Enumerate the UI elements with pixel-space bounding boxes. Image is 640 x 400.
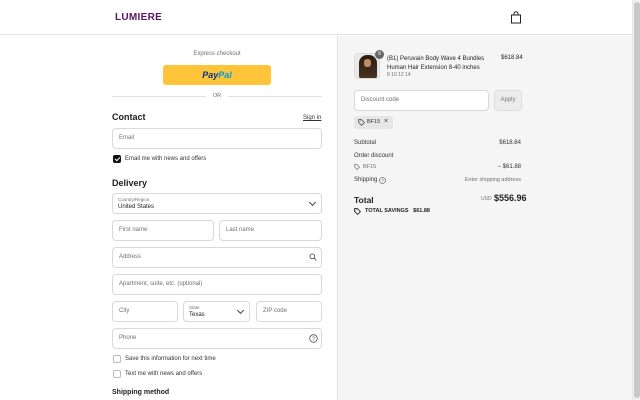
- total-savings-value: $61.88: [413, 208, 430, 214]
- shipping-value: Enter shipping address: [464, 177, 521, 183]
- store-logo[interactable]: LUMIERE: [115, 12, 162, 23]
- product-title: (B1) Peruvain Body Wave 4 Bundles Human …: [387, 56, 485, 71]
- chevron-down-icon: [236, 306, 245, 315]
- city-field[interactable]: City: [112, 301, 178, 322]
- subtotal-label: Subtotal: [354, 140, 377, 146]
- first-name-placeholder: First name: [119, 227, 148, 233]
- discount-code-label: BF15: [363, 164, 377, 170]
- first-name-field[interactable]: First name: [112, 220, 214, 241]
- state-label: State: [189, 305, 200, 310]
- info-icon[interactable]: ?: [379, 177, 386, 184]
- paypal-button[interactable]: Pay Pal: [163, 65, 271, 85]
- email-field[interactable]: Email: [112, 128, 322, 149]
- discount-placeholder: Discount code: [361, 97, 400, 103]
- checkout-form: Express checkout Pay Pal OR Contact Sign …: [0, 36, 337, 400]
- total-savings-label: TOTAL SAVINGS: [365, 208, 409, 214]
- product-variant: 8 10 12 14: [387, 72, 411, 78]
- newsletter-label: Email me with news and offers: [125, 156, 207, 162]
- sign-in-link[interactable]: Sign in: [303, 115, 321, 121]
- contact-heading: Contact: [112, 112, 146, 122]
- express-checkout-label: Express checkout: [193, 51, 241, 57]
- currency-code: USD: [481, 196, 492, 202]
- total-savings: TOTAL SAVINGS $61.88: [365, 208, 430, 214]
- paypal-wordmark-pay: Pay: [202, 70, 219, 80]
- remove-discount-icon[interactable]: ×: [384, 118, 388, 126]
- applied-discount-code: BF15: [367, 119, 381, 125]
- apartment-field[interactable]: Apartment, suite, etc. (optional): [112, 274, 322, 295]
- text-offers-checkbox[interactable]: [113, 370, 121, 378]
- divider: [228, 96, 322, 97]
- text-offers-label: Text me with news and offers: [125, 371, 203, 377]
- phone-placeholder: Phone: [119, 335, 137, 341]
- product-image-face: [364, 59, 371, 67]
- discount-value: − $61.88: [497, 164, 521, 170]
- divider: [112, 96, 206, 97]
- paypal-wordmark-pal: Pal: [218, 70, 232, 80]
- apply-discount-button[interactable]: Apply: [494, 90, 522, 111]
- newsletter-checkbox[interactable]: [113, 155, 121, 163]
- page-scrollbar[interactable]: [632, 0, 640, 400]
- quantity-badge: 8: [375, 50, 384, 59]
- save-info-label: Save this information for next time: [125, 356, 216, 362]
- address-placeholder: Address: [119, 254, 142, 260]
- city-placeholder: City: [119, 308, 130, 314]
- applied-discount-tag: BF15 ×: [354, 116, 393, 129]
- state-select[interactable]: State Texas: [183, 301, 250, 322]
- delivery-heading: Delivery: [112, 178, 148, 188]
- state-value: Texas: [189, 312, 205, 318]
- apartment-placeholder: Apartment, suite, etc. (optional): [119, 281, 203, 287]
- last-name-placeholder: Last name: [226, 227, 255, 233]
- or-divider-label: OR: [212, 93, 222, 99]
- discount-code-input[interactable]: Discount code: [354, 90, 489, 111]
- checkout-header: LUMIERE: [0, 0, 632, 35]
- shipping-method-heading: Shipping method: [112, 389, 170, 396]
- tag-icon: [358, 119, 365, 126]
- country-select[interactable]: Country/Region United States: [112, 193, 322, 214]
- order-summary: 8 (B1) Peruvain Body Wave 4 Bundles Huma…: [337, 36, 632, 400]
- chevron-down-icon: [308, 198, 317, 207]
- country-label: Country/Region: [118, 197, 150, 202]
- tag-icon: [354, 164, 360, 170]
- shopping-bag-icon[interactable]: [510, 11, 522, 24]
- email-placeholder: Email: [119, 135, 135, 141]
- zip-code-placeholder: ZIP code: [263, 308, 287, 314]
- svg-text:?: ?: [381, 178, 384, 183]
- save-info-checkbox[interactable]: [113, 355, 121, 363]
- phone-field[interactable]: Phone ?: [112, 328, 322, 349]
- scrollbar-thumb[interactable]: [634, 2, 640, 398]
- order-discount-label: Order discount: [354, 153, 394, 159]
- address-field[interactable]: Address: [112, 247, 322, 268]
- product-price: $618.84: [501, 55, 523, 61]
- savings-tag-icon: [354, 208, 361, 215]
- help-icon[interactable]: ?: [309, 334, 318, 343]
- subtotal-value: $618.84: [499, 140, 521, 146]
- svg-text:?: ?: [312, 336, 315, 342]
- shipping-label: Shipping: [354, 177, 378, 183]
- last-name-field[interactable]: Last name: [219, 220, 322, 241]
- zip-code-field[interactable]: ZIP code: [256, 301, 322, 322]
- total-value: $556.96: [494, 193, 527, 203]
- search-icon: [309, 253, 317, 261]
- country-value: United States: [118, 204, 155, 210]
- total-label: Total: [354, 195, 374, 205]
